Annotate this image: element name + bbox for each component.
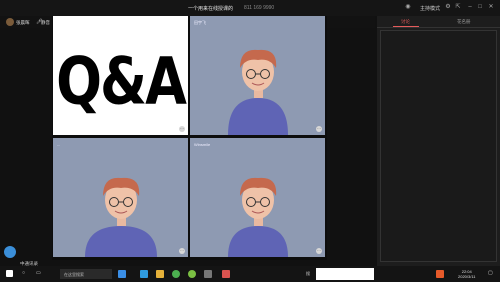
tile-menu-icon[interactable]: ⋯	[316, 248, 322, 254]
meeting-id: 811 169 9990	[244, 5, 275, 11]
slide-text: Q&A	[56, 43, 187, 120]
avatar	[6, 18, 14, 26]
active-tab-indicator	[393, 26, 419, 27]
tile-menu-icon[interactable]: ⋯	[179, 248, 185, 254]
edge-icon[interactable]	[140, 270, 148, 278]
chrome-icon[interactable]	[172, 270, 180, 278]
maximize-icon[interactable]: □	[476, 3, 484, 11]
side-panel: 讨论 花名册	[377, 16, 500, 266]
meeting-app-icon[interactable]	[204, 270, 212, 278]
input-label: 搜	[306, 271, 310, 276]
tile-menu-icon[interactable]: ⋯	[179, 126, 185, 132]
participant-tile[interactable]: ... ⋯	[53, 138, 188, 257]
search-input[interactable]: 在这里搜索	[60, 269, 112, 279]
assistant-button[interactable]	[4, 246, 16, 258]
window-title: 一个用来在线授课的	[188, 6, 234, 12]
search-icon[interactable]: ○	[22, 270, 28, 278]
input-box[interactable]	[316, 268, 374, 280]
clock-date: 2020/3/11	[458, 274, 476, 279]
app-icon[interactable]	[118, 270, 126, 278]
title-bar: 一个用来在线授课的 811 169 9990 ◉ 主持模式 ⚙ ⇱ – □ ✕	[0, 0, 500, 16]
folder-icon[interactable]	[156, 270, 164, 278]
tab-discussion[interactable]: 讨论	[401, 19, 410, 25]
taskbar: ○ ▭ 在这里搜索 搜 22:04 2020/3/11 ▢	[0, 266, 500, 282]
slide-tile[interactable]: Q&A ⋯	[53, 16, 188, 135]
tile-menu-icon[interactable]: ⋯	[316, 126, 322, 132]
user-name: 张晨晖	[16, 20, 30, 25]
ppt-icon[interactable]	[222, 270, 230, 278]
participant-tile[interactable]: Winsmile ⋯	[190, 138, 325, 257]
start-icon[interactable]	[6, 270, 13, 277]
app-window: 一个用来在线授课的 811 169 9990 ◉ 主持模式 ⚙ ⇱ – □ ✕ …	[0, 0, 500, 282]
avatar-illustration	[85, 177, 157, 257]
close-icon[interactable]: ✕	[487, 3, 495, 11]
participant-tile[interactable]: 田宇飞 ⋯	[190, 16, 325, 135]
panel-tabs: 讨论 花名册	[377, 16, 500, 28]
mute-label[interactable]: 静音	[41, 20, 50, 26]
host-mode-label[interactable]: 主持模式	[420, 5, 440, 12]
wechat-icon[interactable]	[188, 270, 196, 278]
avatar-illustration	[228, 49, 288, 135]
host-mode-icon[interactable]: ◉	[404, 3, 412, 11]
task-view-icon[interactable]: ▭	[36, 270, 42, 278]
notification-icon[interactable]: ▢	[488, 270, 494, 278]
tab-roster[interactable]: 花名册	[457, 19, 471, 25]
share-icon[interactable]: ⇱	[454, 3, 462, 11]
ime-icon[interactable]	[436, 270, 444, 278]
video-grid: Q&A ⋯ 田宇飞 ⋯ ... ⋯ Winsmile ⋯	[52, 16, 327, 260]
settings-icon[interactable]: ⚙	[444, 3, 452, 11]
minimize-icon[interactable]: –	[466, 3, 474, 11]
avatar-illustration	[228, 177, 288, 257]
chat-area[interactable]	[380, 30, 497, 262]
clock[interactable]: 22:04 2020/3/11	[458, 269, 476, 279]
